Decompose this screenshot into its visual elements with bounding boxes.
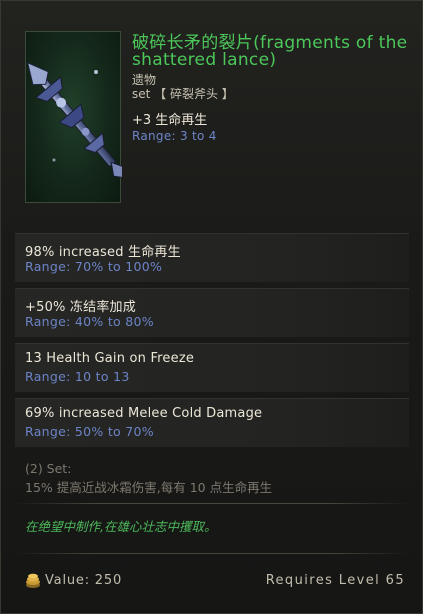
set-name: 【 碎裂斧头 】: [154, 87, 234, 101]
affix-text: 98% increased 生命再生: [25, 245, 181, 260]
tooltip-footer: Value: 250 Requires Level 65: [15, 561, 409, 601]
set-bonus-text: 15% 提高近战冰霜伤害,每有 10 点生命再生: [25, 480, 273, 495]
item-value: Value: 250: [45, 573, 123, 588]
affix-block: 13 Health Gain on Freeze Range: 10 to 13: [15, 343, 409, 393]
set-prefix: set: [132, 87, 151, 101]
item-title: 破碎长矛的裂片(fragments of the shattered lance…: [132, 33, 408, 70]
item-icon-frame: [25, 31, 122, 203]
item-tooltip: 破碎长矛的裂片(fragments of the shattered lance…: [0, 0, 423, 614]
affix-range: Range: 10 to 13: [25, 369, 130, 384]
affix-text: 13 Health Gain on Freeze: [25, 351, 195, 366]
affix-range: Range: 40% to 80%: [25, 314, 154, 329]
flavor-text: 在绝望中制作,在雄心壮志中攫取。: [25, 519, 217, 534]
required-level: Requires Level 65: [265, 573, 405, 588]
affix-range: Range: 70% to 100%: [25, 259, 163, 274]
tooltip-header: 破碎长矛的裂片(fragments of the shattered lance…: [1, 1, 422, 231]
relic-lance-shard-icon: [27, 61, 122, 179]
affix-text: +50% 冻结率加成: [25, 300, 136, 315]
item-set-line: set 【 碎裂斧头 】: [132, 85, 234, 102]
divider: [15, 553, 409, 554]
affix-block: 98% increased 生命再生 Range: 70% to 100%: [15, 233, 409, 283]
affix-range: Range: 50% to 70%: [25, 424, 154, 439]
set-bonus-header: (2) Set:: [25, 461, 72, 476]
affix-block: +50% 冻结率加成 Range: 40% to 80%: [15, 288, 409, 338]
divider: [15, 503, 409, 504]
implicit-range: Range: 3 to 4: [132, 129, 217, 143]
affix-text: 69% increased Melee Cold Damage: [25, 406, 263, 421]
affix-block: 69% increased Melee Cold Damage Range: 5…: [15, 398, 409, 448]
gold-coin-icon: [26, 573, 40, 588]
implicit-stat: +3 生命再生: [132, 113, 208, 128]
